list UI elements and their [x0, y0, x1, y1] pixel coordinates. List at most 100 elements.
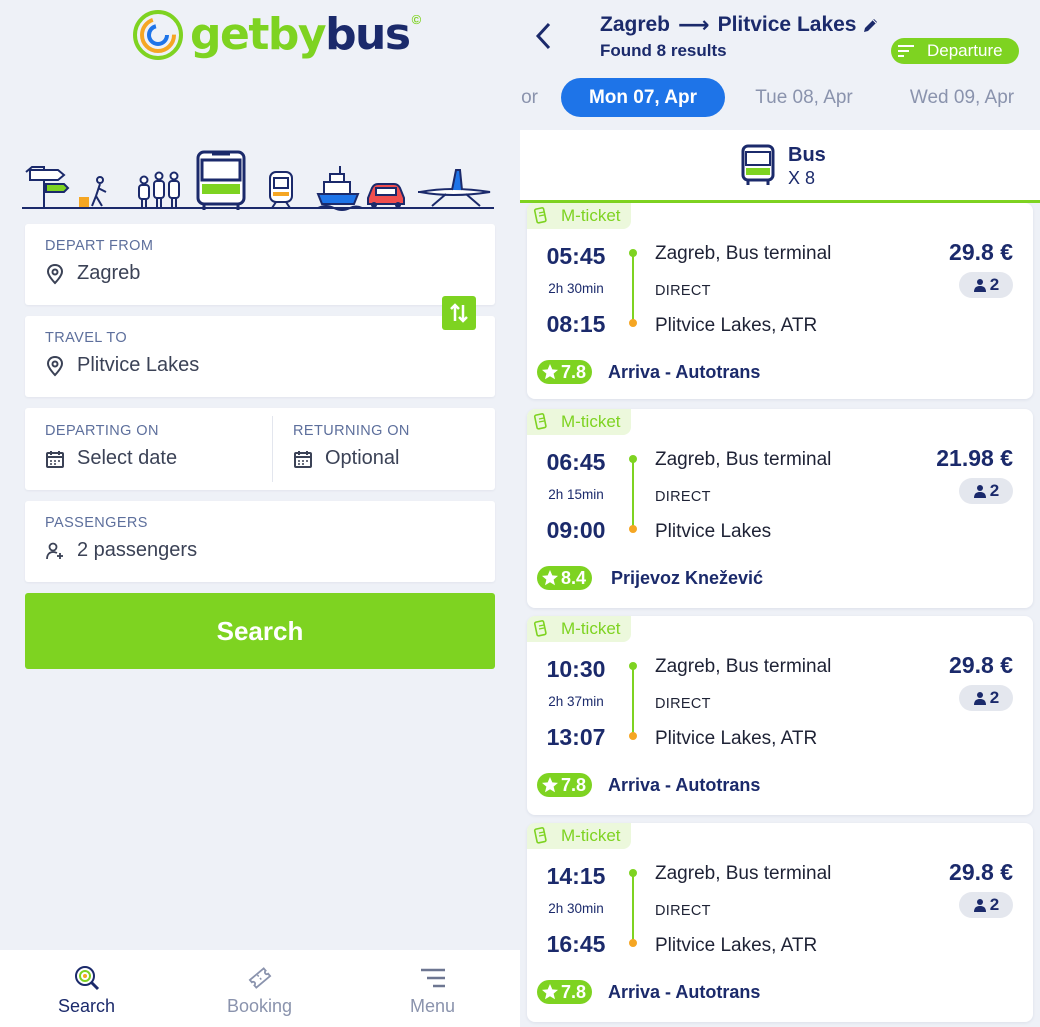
passengers-value: 2 passengers	[77, 539, 198, 561]
transport-mode-tab-bus[interactable]: Bus X 8	[520, 130, 1040, 203]
sort-lines-icon	[898, 45, 914, 57]
chevron-left-icon	[535, 22, 551, 50]
passenger-count: 2	[989, 688, 1000, 707]
arrival-station: Plitvice Lakes	[655, 521, 772, 542]
passenger-count: 2	[989, 275, 1000, 294]
route-line	[632, 873, 634, 943]
result-card[interactable]: M-ticket 10:30 2h 37min 13:07 Zagreb, Bu…	[527, 616, 1033, 815]
date-tab[interactable]: Wed 09, Apr	[900, 78, 1024, 117]
departure-time: 05:45	[546, 243, 606, 269]
nav-booking[interactable]: Booking	[173, 950, 346, 1027]
departure-time: 10:30	[546, 656, 606, 682]
search-screen: getby bus © DEPART FROM Zagreb TRAVEL TO…	[0, 0, 520, 1027]
rating-value: 8.4	[561, 567, 587, 588]
m-ticket-label: M-ticket	[561, 206, 621, 225]
returning-on-field[interactable]: RETURNING ON Optional	[273, 408, 495, 490]
trip-type: DIRECT	[655, 903, 711, 919]
mode-name: Bus	[788, 144, 826, 166]
price: 29.8 €	[949, 652, 1013, 678]
logo-copyright: ©	[411, 11, 422, 27]
route-line	[632, 459, 634, 529]
logo-text-part2: bus	[325, 9, 411, 60]
dates-card: DEPARTING ON Select date RETURNING ON Op…	[25, 408, 495, 490]
departure-dot	[629, 249, 637, 257]
calendar-icon	[46, 450, 64, 468]
departure-station: Zagreb, Bus terminal	[655, 449, 832, 470]
price: 21.98 €	[936, 445, 1013, 471]
transport-illustration	[22, 146, 494, 212]
result-card[interactable]: M-ticket 05:45 2h 30min 08:15 Zagreb, Bu…	[527, 203, 1033, 399]
edit-pencil-icon[interactable]	[862, 16, 880, 34]
car-icon	[367, 183, 405, 208]
passengers-field[interactable]: PASSENGERS 2 passengers	[25, 501, 495, 582]
back-button[interactable]	[528, 18, 558, 54]
route-to: Plitvice Lakes	[717, 13, 857, 36]
trip-duration: 2h 37min	[548, 694, 604, 709]
departure-dot	[629, 455, 637, 463]
depart-from-field[interactable]: DEPART FROM Zagreb	[25, 224, 495, 305]
depart-from-label: DEPART FROM	[45, 238, 154, 254]
m-ticket-badge: M-ticket	[527, 203, 631, 229]
departure-dot	[629, 662, 637, 670]
bus-icon	[741, 144, 775, 185]
m-ticket-badge: M-ticket	[527, 823, 631, 849]
logo-text-part1: getby	[190, 9, 327, 60]
departing-on-field[interactable]: DEPARTING ON Select date	[25, 408, 272, 490]
menu-icon	[420, 968, 445, 988]
mode-count: X 8	[788, 168, 816, 188]
route-arrow: ⟶	[678, 12, 710, 37]
arrival-station: Plitvice Lakes, ATR	[655, 728, 818, 749]
travel-to-field[interactable]: TRAVEL TO Plitvice Lakes	[25, 316, 495, 397]
date-tab[interactable]: Tue 08, Apr	[742, 78, 866, 117]
group-icon	[138, 171, 180, 208]
rating-badge: 7.8	[537, 773, 593, 797]
date-selector: or Mon 07, Apr Tue 08, Apr Wed 09, Apr	[520, 78, 1040, 118]
date-tab-previous[interactable]: or	[520, 78, 538, 117]
mobile-ticket-icon	[533, 827, 547, 844]
location-pin-icon	[46, 355, 64, 376]
train-icon	[269, 171, 293, 209]
nav-menu[interactable]: Menu	[346, 950, 519, 1027]
departure-station: Zagreb, Bus terminal	[655, 656, 832, 677]
trip-type: DIRECT	[655, 696, 711, 712]
passenger-count: 2	[989, 481, 1000, 500]
rating-badge: 8.4	[537, 566, 593, 590]
m-ticket-label: M-ticket	[561, 412, 621, 431]
ticket-icon	[248, 967, 271, 989]
arrival-dot	[629, 525, 637, 533]
travel-to-label: TRAVEL TO	[45, 330, 128, 346]
rating-value: 7.8	[561, 361, 587, 382]
person-icon	[973, 279, 986, 292]
nav-search[interactable]: Search	[0, 950, 173, 1027]
depart-from-value: Zagreb	[77, 262, 141, 284]
results-screen: Zagreb ⟶ Plitvice Lakes Found 8 results …	[520, 0, 1040, 1027]
result-card[interactable]: M-ticket 14:15 2h 30min 16:45 Zagreb, Bu…	[527, 823, 1033, 1022]
result-card[interactable]: M-ticket 06:45 2h 15min 09:00 Zagreb, Bu…	[527, 409, 1033, 608]
sort-departure-button[interactable]: Departure	[891, 38, 1019, 64]
swap-locations-button[interactable]	[442, 296, 476, 330]
price: 29.8 €	[949, 859, 1013, 885]
trip-duration: 2h 30min	[548, 281, 604, 296]
m-ticket-badge: M-ticket	[527, 616, 631, 642]
route-title: Zagreb ⟶ Plitvice Lakes	[600, 12, 880, 38]
date-tab-active[interactable]: Mon 07, Apr	[561, 78, 725, 117]
mobile-ticket-icon	[533, 620, 547, 637]
traveler-icon	[79, 176, 107, 207]
route-line	[632, 253, 634, 323]
trip-type: DIRECT	[655, 283, 711, 299]
star-icon	[542, 570, 558, 586]
arrival-station: Plitvice Lakes, ATR	[655, 935, 818, 956]
signpost-icon	[25, 166, 70, 208]
rating-value: 7.8	[561, 774, 587, 795]
nav-menu-label: Menu	[409, 996, 456, 1016]
passengers-label: PASSENGERS	[45, 515, 148, 531]
calendar-icon	[294, 450, 312, 468]
mobile-ticket-icon	[533, 207, 547, 224]
search-button[interactable]: Search	[25, 593, 495, 669]
trip-duration: 2h 30min	[548, 901, 604, 916]
passenger-count: 2	[989, 895, 1000, 914]
arrival-time: 16:45	[546, 931, 606, 957]
route-from: Zagreb	[600, 13, 671, 36]
getbybus-logo: getby bus ©	[132, 6, 422, 64]
passenger-count-badge: 2	[959, 685, 1013, 711]
